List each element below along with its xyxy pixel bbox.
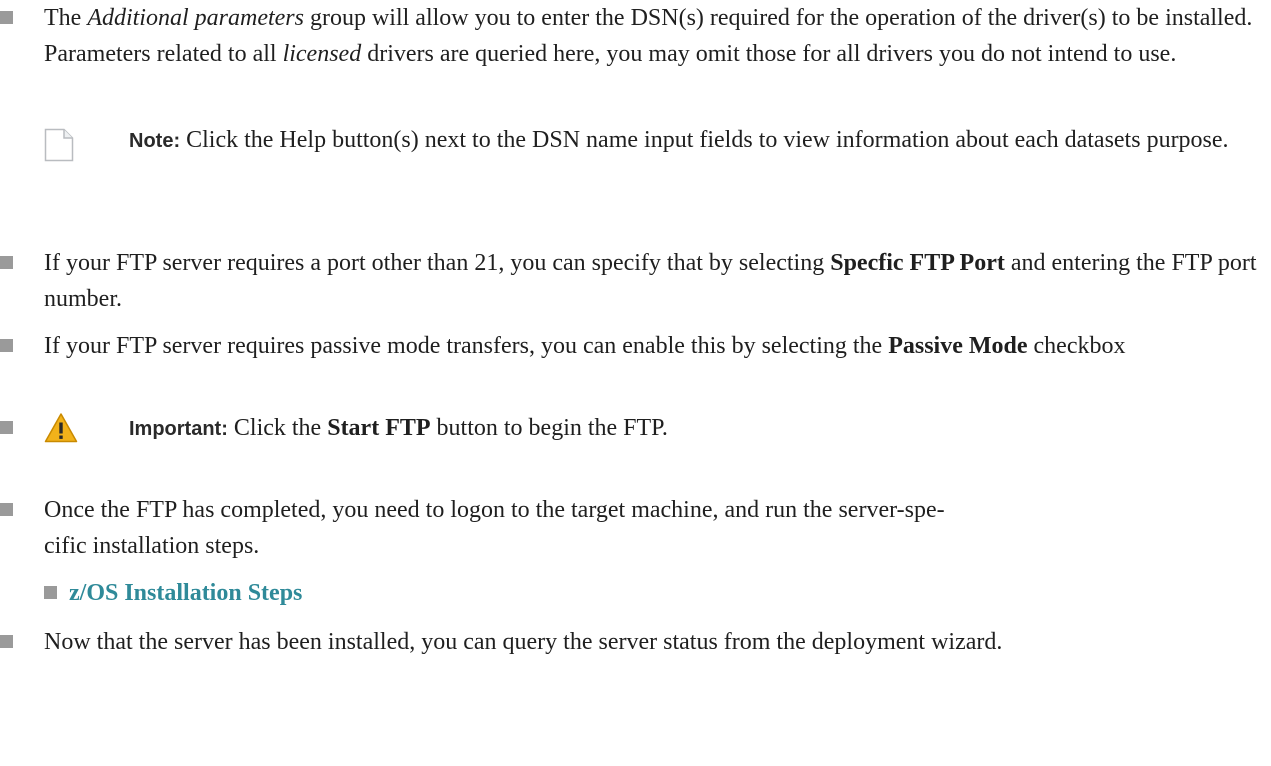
bullet-square bbox=[0, 11, 13, 24]
bullet-square bbox=[0, 503, 13, 516]
text-line: Once the FTP has completed, you need to … bbox=[44, 497, 945, 523]
important-text: Important: Click the Start FTP button to … bbox=[129, 410, 1229, 447]
note-label: Note: bbox=[129, 130, 181, 152]
list-item-additional-parameters: The Additional parameters group will all… bbox=[0, 0, 1271, 108]
note-text: Note: Click the Help button(s) next to th… bbox=[129, 118, 1259, 163]
sub-list-item-zos: z/OS Installation Steps bbox=[0, 575, 1271, 615]
bold-start-ftp: Start FTP bbox=[327, 415, 431, 441]
emphasis-licensed: licensed bbox=[282, 41, 362, 67]
text-segment: The bbox=[44, 5, 88, 31]
text-segment: If your FTP server requires a port other… bbox=[44, 250, 831, 276]
important-label: Important: bbox=[129, 418, 228, 440]
zos-installation-steps-link[interactable]: z/OS Installation Steps bbox=[69, 580, 302, 606]
bullet-square bbox=[44, 586, 57, 599]
list-item-important: Important: Click the Start FTP button to … bbox=[0, 410, 1271, 450]
note-body: Click the Help button(s) next to the DSN… bbox=[186, 127, 1229, 153]
paragraph-ftp-completed: Once the FTP has completed, you need to … bbox=[44, 492, 1266, 564]
bullet-square bbox=[0, 421, 13, 434]
list-item-passive-mode: If your FTP server requires passive mode… bbox=[0, 328, 1271, 400]
warning-icon bbox=[44, 413, 78, 443]
list-item-ftp-port: If your FTP server requires a port other… bbox=[0, 245, 1271, 317]
text-segment: checkbox bbox=[1027, 333, 1126, 359]
bullet-square bbox=[0, 256, 13, 269]
text-segment: If your FTP server requires passive mode… bbox=[44, 333, 889, 359]
bullet-square bbox=[0, 635, 13, 648]
paragraph-additional-parameters: The Additional parameters group will all… bbox=[44, 0, 1266, 72]
document-icon bbox=[44, 128, 74, 162]
note-callout: Note: Click the Help button(s) next to th… bbox=[44, 118, 1266, 208]
list-item-ftp-completed: Once the FTP has completed, you need to … bbox=[0, 492, 1271, 564]
bold-specific-ftp-port: Specfic FTP Port bbox=[830, 250, 1005, 276]
text-segment: button to begin the FTP. bbox=[430, 415, 668, 441]
bullet-square bbox=[0, 339, 13, 352]
emphasis-additional-parameters: Additional parameters bbox=[87, 5, 304, 31]
text-segment: Click the bbox=[233, 415, 328, 441]
text-segment: drivers are queried here, you may omit t… bbox=[361, 41, 1177, 67]
paragraph-passive-mode: If your FTP server requires passive mode… bbox=[44, 328, 1266, 364]
paragraph-ftp-port: If your FTP server requires a port other… bbox=[44, 245, 1266, 317]
list-item-query-status: Now that the server has been installed, … bbox=[0, 624, 1271, 696]
bold-passive-mode: Passive Mode bbox=[888, 333, 1028, 359]
text-segment: Now that the server has been installed, … bbox=[44, 629, 1003, 655]
text-line: cific installation steps. bbox=[44, 533, 260, 559]
paragraph-query-status: Now that the server has been installed, … bbox=[44, 624, 1266, 660]
